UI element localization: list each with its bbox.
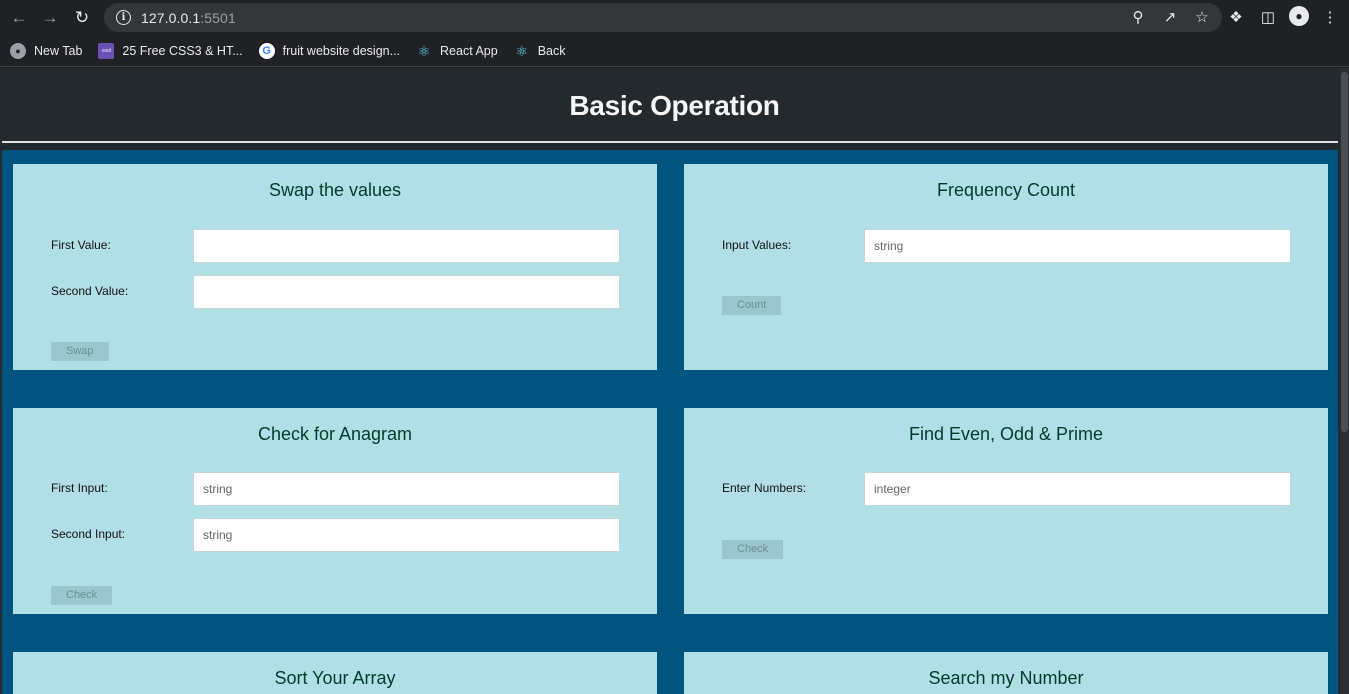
react-icon: ⚛ bbox=[417, 42, 431, 59]
omnibox-actions: ⚲ ↗ ☆ bbox=[1128, 7, 1212, 27]
address-bar[interactable]: i 127.0.0.1:5501 ⚲ ↗ ☆ bbox=[104, 3, 1222, 32]
page-scrollbar[interactable] bbox=[1340, 68, 1349, 694]
browser-extensions: ❖ ◫ ● ⋮ bbox=[1225, 6, 1349, 28]
bookmark-star-icon[interactable]: ☆ bbox=[1192, 7, 1212, 27]
browser-toolbar: ← → ↻ i 127.0.0.1:5501 ⚲ ↗ ☆ ❖ ◫ ● ⋮ bbox=[0, 0, 1349, 36]
coolors-icon: cool bbox=[98, 43, 115, 59]
bookmark-fruit-website[interactable]: G fruit website design... bbox=[258, 43, 400, 59]
profile-avatar-icon[interactable]: ● bbox=[1289, 6, 1309, 26]
card-title: Frequency Count bbox=[936, 180, 1076, 200]
form-row: Enter Numbers: bbox=[684, 472, 1328, 506]
bookmarks-bar: ● New Tab cool 25 Free CSS3 & HT... G fr… bbox=[0, 36, 1349, 67]
scrollbar-thumb[interactable] bbox=[1341, 72, 1348, 432]
site-info-icon[interactable]: i bbox=[116, 10, 131, 25]
even-odd-prime-card: Find Even, Odd & Prime Enter Numbers: Ch… bbox=[684, 408, 1328, 614]
page-header: Basic Operation bbox=[0, 68, 1349, 144]
anagram-card: Check for Anagram First Input: Second In… bbox=[13, 408, 657, 614]
second-input-field[interactable] bbox=[193, 518, 620, 552]
swap-button[interactable]: Swap bbox=[51, 342, 109, 361]
enter-numbers-label: Enter Numbers: bbox=[722, 481, 807, 495]
swap-card: Swap the values First Value: Second Valu… bbox=[13, 164, 657, 370]
reload-icon[interactable]: ↻ bbox=[71, 7, 93, 29]
forward-arrow-icon[interactable]: → bbox=[39, 7, 61, 29]
bookmark-css3[interactable]: cool 25 Free CSS3 & HT... bbox=[98, 43, 243, 59]
first-value-label: First Value: bbox=[51, 238, 111, 252]
side-panel-icon[interactable]: ◫ bbox=[1257, 6, 1279, 28]
react-icon: ⚛ bbox=[515, 42, 528, 59]
bookmark-new-tab[interactable]: ● New Tab bbox=[10, 43, 82, 59]
bookmark-back[interactable]: ⚛ Back bbox=[514, 42, 565, 59]
share-icon[interactable]: ↗ bbox=[1160, 7, 1180, 27]
page-viewport: Basic Operation Swap the values First Va… bbox=[0, 68, 1349, 694]
back-arrow-icon[interactable]: ← bbox=[8, 7, 30, 29]
card-title: Search my Number bbox=[928, 668, 1084, 688]
check-anagram-button[interactable]: Check bbox=[51, 586, 113, 605]
input-values-label: Input Values: bbox=[722, 238, 792, 252]
search-card: Search my Number bbox=[684, 652, 1328, 694]
second-value-input[interactable] bbox=[193, 275, 620, 309]
card-title: Sort Your Array bbox=[274, 668, 396, 688]
enter-numbers-field[interactable] bbox=[864, 472, 1291, 506]
second-value-label: Second Value: bbox=[51, 284, 129, 298]
page-title: Basic Operation bbox=[569, 90, 780, 121]
second-input-label: Second Input: bbox=[51, 527, 126, 541]
sort-card: Sort Your Array bbox=[13, 652, 657, 694]
form-row: Second Input: bbox=[13, 518, 657, 552]
first-input-label: First Input: bbox=[51, 481, 108, 495]
form-row: Second Value: bbox=[13, 275, 657, 309]
frequency-card: Frequency Count Input Values: Count bbox=[684, 164, 1328, 370]
form-row: Input Values: bbox=[684, 229, 1328, 263]
form-row: First Value: bbox=[13, 229, 657, 263]
count-button[interactable]: Count bbox=[722, 296, 782, 315]
first-input-field[interactable] bbox=[193, 472, 620, 506]
bookmark-react-app[interactable]: ⚛ React App bbox=[416, 43, 498, 59]
extensions-puzzle-icon[interactable]: ❖ bbox=[1225, 6, 1247, 28]
form-row: First Input: bbox=[13, 472, 657, 506]
google-icon: G bbox=[258, 43, 275, 59]
card-title: Swap the values bbox=[268, 180, 402, 200]
card-title: Find Even, Odd & Prime bbox=[908, 424, 1104, 444]
url-text: 127.0.0.1:5501 bbox=[141, 9, 236, 26]
check-numbers-button[interactable]: Check bbox=[722, 540, 784, 559]
zoom-icon[interactable]: ⚲ bbox=[1128, 7, 1148, 27]
first-value-input[interactable] bbox=[193, 229, 620, 263]
card-title: Check for Anagram bbox=[257, 424, 413, 444]
globe-icon: ● bbox=[10, 43, 26, 59]
header-divider bbox=[2, 141, 1338, 143]
kebab-menu-icon[interactable]: ⋮ bbox=[1319, 6, 1341, 28]
operations-grid: Swap the values First Value: Second Valu… bbox=[2, 150, 1338, 694]
input-values-field[interactable] bbox=[864, 229, 1291, 263]
